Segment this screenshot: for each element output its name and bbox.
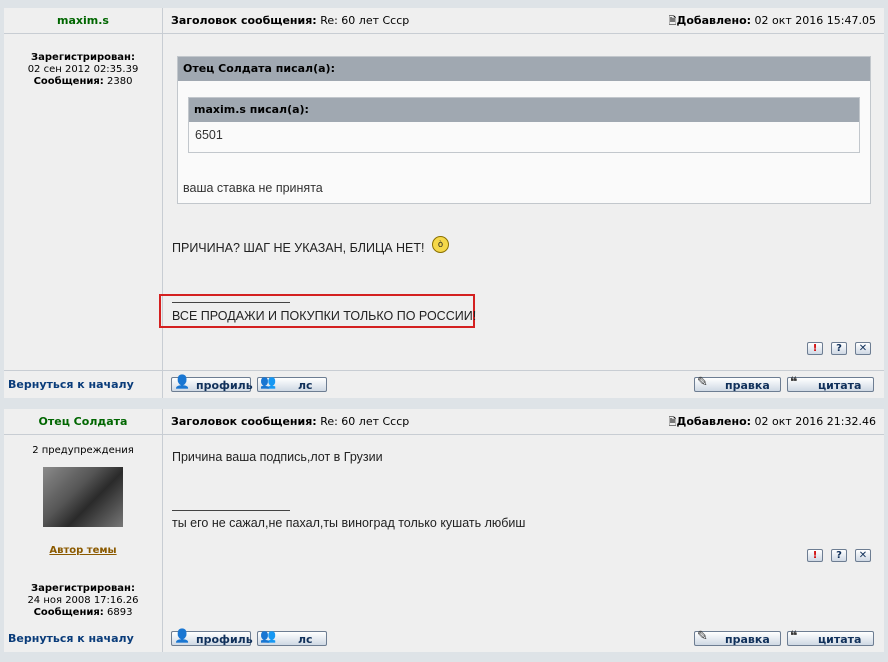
profile-icon: 👤 [174,629,191,644]
post-2-author[interactable]: Отец Солдата [4,409,162,434]
post-2-registered: Зарегистрирован: 24 ноя 2008 17:16.26 Со… [4,583,162,619]
post-icon[interactable]: 🗎 [668,16,676,27]
post-1-signature: ВСЕ ПРОДАЖИ И ПОКУПКИ ТОЛЬКО ПО РОССИИ! [172,309,477,323]
post-1: maxim.s Заголовок сообщения: Re: 60 лет … [4,8,884,398]
post-1-subject-text: Re: 60 лет Ссср [320,14,410,27]
quote-icon: ❝ [790,629,798,644]
post-1-added-date: 02 окт 2016 15:47.05 [754,14,876,27]
edit-icon: ✎ [697,629,708,644]
post-2-profile: 2 предупреждения Автор темы Зарегистриро… [4,435,163,626]
messages-count: 2380 [106,76,133,87]
post-1-registered: Зарегистрирован: 02 сен 2012 02:35.39 Со… [4,52,162,88]
back-to-top-link[interactable]: Вернуться к началу [8,371,134,398]
post-1-added: 🗎Добавлено: 02 окт 2016 15:47.05 [668,8,876,34]
back-to-top-link[interactable]: Вернуться к началу [8,625,134,652]
post-2-text: Причина ваша подпись,лот в Грузии [172,450,383,464]
pm-button[interactable]: 👥 лс [257,375,327,392]
pm-icon: 👥 [260,375,277,390]
post-1-profile: Зарегистрирован: 02 сен 2012 02:35.39 Со… [4,34,163,371]
post-2-author-cell: Отец Солдата [4,409,163,435]
post-1-author-cell: maxim.s [4,8,163,34]
quote-label: цитата [818,633,862,646]
profile-label: профиль [196,633,253,646]
post-1-footer-right: 👤 профиль 👥 лс ✎ правка ❝ цитата [163,371,884,398]
quote-inner-header: maxim.s писал(а): [189,98,859,122]
help-icon: ? [836,343,842,354]
post-2-header: Заголовок сообщения: Re: 60 лет Ссср 🗎До… [163,409,884,435]
report-icon: ! [812,343,818,354]
messages-count: 6893 [106,607,133,618]
help-button[interactable]: ? [831,549,847,562]
profile-icon: 👤 [174,375,191,390]
messages-label: Сообщения: [33,607,104,618]
profile-label: профиль [196,379,253,392]
delete-button[interactable]: ✕ [855,549,871,562]
edit-button[interactable]: ✎ правка [694,375,781,392]
edit-icon: ✎ [697,375,708,390]
report-button[interactable]: ! [807,549,823,562]
quote-inner-text: 6501 [195,128,223,142]
pm-icon: 👥 [260,629,277,644]
help-icon: ? [836,550,842,561]
avatar [43,467,123,527]
pm-label: лс [298,633,313,646]
post-1-added-label: Добавлено: [676,14,752,27]
quote-inner: maxim.s писал(а): 6501 [188,97,860,153]
warnings: 2 предупреждения [32,445,134,456]
quote-label: цитата [818,379,862,392]
edit-label: правка [725,633,770,646]
topic-author-link[interactable]: Автор темы [49,545,116,556]
post-2-added: 🗎Добавлено: 02 окт 2016 21:32.46 [668,409,876,435]
post-2-subject-text: Re: 60 лет Ссср [320,415,410,428]
post-2-body: Причина ваша подпись,лот в Грузии ты его… [163,435,884,626]
post-2-footer-left: Вернуться к началу [4,625,163,652]
post-1-subject-label: Заголовок сообщения: [171,14,317,27]
post-1-footer-left: Вернуться к началу [4,371,163,398]
registered-label: Зарегистрирован: [31,583,135,594]
quote-button[interactable]: ❝ цитата [787,629,874,646]
report-button[interactable]: ! [807,342,823,355]
edit-label: правка [725,379,770,392]
quote-outer-header: Отец Солдата писал(а): [178,57,870,81]
post-1-text-content: ПРИЧИНА? ШАГ НЕ УКАЗАН, БЛИЦА НЕТ! [172,241,425,255]
post-2-subject-label: Заголовок сообщения: [171,415,317,428]
post-1-header: Заголовок сообщения: Re: 60 лет Ссср 🗎До… [163,8,884,34]
messages-label: Сообщения: [33,76,104,87]
post-1-body: Отец Солдата писал(а): maxim.s писал(а):… [159,34,884,371]
quote-outer-text: ваша ставка не принята [183,181,323,195]
delete-icon: ✕ [858,550,868,561]
post-1-text: ПРИЧИНА? ШАГ НЕ УКАЗАН, БЛИЦА НЕТ! ò [172,236,449,258]
help-button[interactable]: ? [831,342,847,355]
registered-label: Зарегистрирован: [31,52,135,63]
profile-button[interactable]: 👤 профиль [171,375,253,392]
pm-label: лс [298,379,313,392]
smiley-icon: ò [431,236,449,253]
registered-date: 24 ноя 2008 17:16.26 [27,595,139,606]
forum-frame: maxim.s Заголовок сообщения: Re: 60 лет … [0,0,888,662]
signature-divider [172,302,290,303]
report-icon: ! [812,550,818,561]
post-2-footer-right: 👤 профиль 👥 лс ✎ правка ❝ цитата [163,625,884,652]
post-2-signature: ты его не сажал,не пахал,ты виноград тол… [172,516,526,530]
registered-date: 02 сен 2012 02:35.39 [27,64,139,75]
post-2-added-label: Добавлено: [676,415,752,428]
edit-button[interactable]: ✎ правка [694,629,781,646]
post-2: Отец Солдата Заголовок сообщения: Re: 60… [4,409,884,652]
quote-button[interactable]: ❝ цитата [787,375,874,392]
delete-button[interactable]: ✕ [855,342,871,355]
post-1-author[interactable]: maxim.s [4,8,162,33]
quote-outer: Отец Солдата писал(а): maxim.s писал(а):… [177,56,871,204]
post-2-added-date: 02 окт 2016 21:32.46 [754,415,876,428]
pm-button[interactable]: 👥 лс [257,629,327,646]
post-icon[interactable]: 🗎 [668,417,676,428]
signature-divider [172,510,290,511]
profile-button[interactable]: 👤 профиль [171,629,253,646]
quote-icon: ❝ [790,375,798,390]
delete-icon: ✕ [858,343,868,354]
